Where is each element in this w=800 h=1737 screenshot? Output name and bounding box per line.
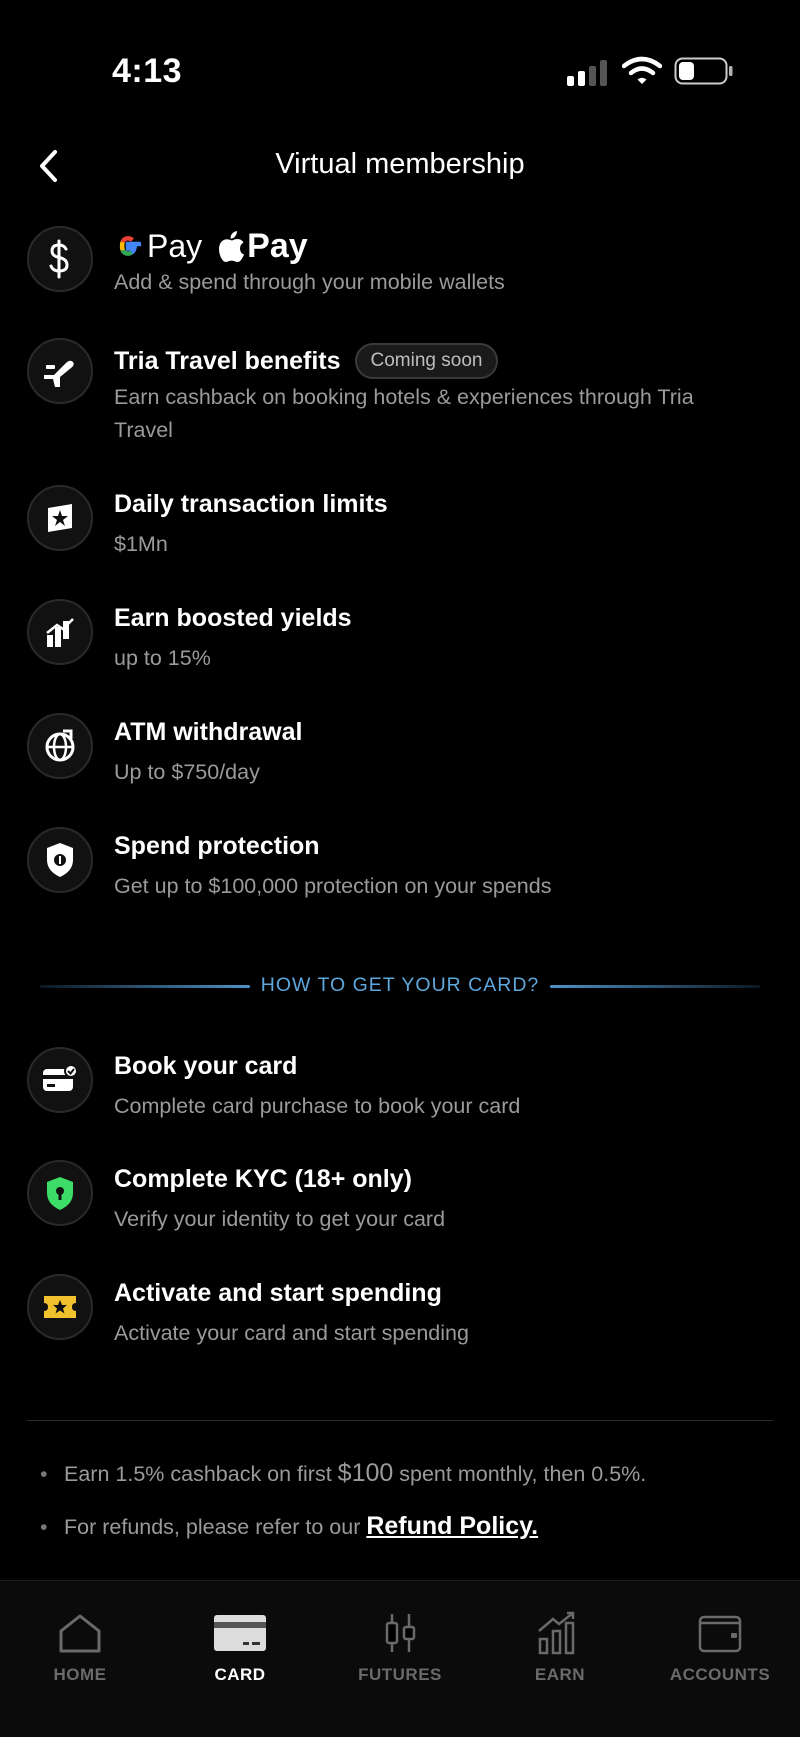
card-icon bbox=[214, 1615, 266, 1651]
header: Virtual membership bbox=[0, 130, 800, 202]
shield-protection-icon bbox=[27, 827, 93, 893]
battery-icon bbox=[674, 57, 733, 85]
apple-pay-label: Pay bbox=[247, 226, 308, 265]
home-icon bbox=[59, 1614, 101, 1653]
limit-icon bbox=[27, 485, 93, 551]
nav-label: EARN bbox=[534, 1665, 586, 1684]
feature-desc: $1Mn bbox=[114, 532, 168, 556]
feature-title: Earn boosted yields bbox=[114, 604, 352, 632]
refund-note-pre: For refunds, please refer to our bbox=[64, 1515, 367, 1539]
futures-candles-icon bbox=[385, 1614, 416, 1652]
cashback-note-post: spent monthly, then 0.5%. bbox=[393, 1462, 647, 1486]
nav-futures[interactable]: FUTURES bbox=[320, 1581, 480, 1701]
nav-home[interactable]: HOME bbox=[0, 1581, 160, 1701]
feature-desc: Earn cashback on booking hotels & experi… bbox=[114, 385, 694, 442]
coming-soon-badge: Coming soon bbox=[354, 343, 499, 379]
ticket-star-icon bbox=[27, 1274, 93, 1340]
feature-title-text: Tria Travel benefits bbox=[114, 347, 341, 375]
status-time: 4:13 bbox=[112, 52, 183, 90]
feature-title: ATM withdrawal bbox=[114, 718, 303, 746]
feature-desc: Get up to $100,000 protection on your sp… bbox=[114, 874, 552, 898]
status-bar: 4:13 bbox=[0, 0, 800, 110]
nav-label: CARD bbox=[214, 1665, 266, 1684]
cashback-note-amount: $100 bbox=[337, 1459, 394, 1487]
apple-logo-icon bbox=[219, 231, 245, 262]
step-desc: Complete card purchase to book your card bbox=[114, 1094, 521, 1118]
feature-title: Daily transaction limits bbox=[114, 490, 388, 518]
refund-policy-link[interactable]: Refund Policy. bbox=[366, 1512, 538, 1540]
dollar-coin-icon bbox=[27, 226, 93, 292]
earn-chart-icon bbox=[538, 1611, 575, 1655]
divider-line bbox=[550, 985, 760, 988]
feature-title: Spend protection bbox=[114, 832, 320, 860]
nav-earn[interactable]: EARN bbox=[480, 1581, 640, 1701]
feature-title: Tria Travel benefits Coming soon bbox=[114, 343, 499, 379]
refund-note: • For refunds, please refer to our Refund… bbox=[40, 1512, 538, 1541]
cashback-note-pre: Earn 1.5% cashback on first bbox=[64, 1462, 338, 1486]
feature-desc: Add & spend through your mobile wallets bbox=[114, 270, 505, 294]
feature-desc: Up to $750/day bbox=[114, 760, 260, 784]
wifi-icon bbox=[622, 56, 662, 84]
how-to-divider: HOW TO GET YOUR CARD? bbox=[40, 968, 760, 1004]
cellular-signal-icon bbox=[567, 60, 609, 86]
google-pay-label: Pay bbox=[147, 227, 203, 264]
bottom-nav: HOME CARD FUTURES EARN ACCOUNTS bbox=[0, 1580, 800, 1737]
atm-globe-icon bbox=[27, 713, 93, 779]
step-title: Book your card bbox=[114, 1052, 298, 1080]
nav-accounts[interactable]: ACCOUNTS bbox=[640, 1581, 800, 1701]
nav-label: ACCOUNTS bbox=[669, 1665, 771, 1684]
bullet: • bbox=[40, 1515, 48, 1539]
google-g-icon bbox=[119, 236, 142, 256]
cashback-note: • Earn 1.5% cashback on first $100 spent … bbox=[40, 1459, 646, 1488]
step-desc: Activate your card and start spending bbox=[114, 1321, 469, 1345]
nav-label: FUTURES bbox=[358, 1665, 442, 1684]
nav-card[interactable]: CARD bbox=[160, 1581, 320, 1701]
step-title: Complete KYC (18+ only) bbox=[114, 1165, 412, 1193]
step-title: Activate and start spending bbox=[114, 1279, 442, 1307]
footer-divider bbox=[27, 1420, 773, 1421]
wallet-logos: Pay Pay bbox=[113, 224, 308, 268]
nav-label: HOME bbox=[53, 1665, 107, 1684]
shield-lock-icon bbox=[27, 1160, 93, 1226]
page-title: Virtual membership bbox=[275, 148, 525, 180]
step-desc: Verify your identity to get your card bbox=[114, 1207, 446, 1231]
feature-desc: up to 15% bbox=[114, 646, 211, 670]
travel-plane-icon bbox=[27, 338, 93, 404]
wallet-icon bbox=[698, 1615, 742, 1653]
bullet: • bbox=[40, 1462, 48, 1486]
yield-chart-icon bbox=[27, 599, 93, 665]
card-check-icon bbox=[27, 1047, 93, 1113]
